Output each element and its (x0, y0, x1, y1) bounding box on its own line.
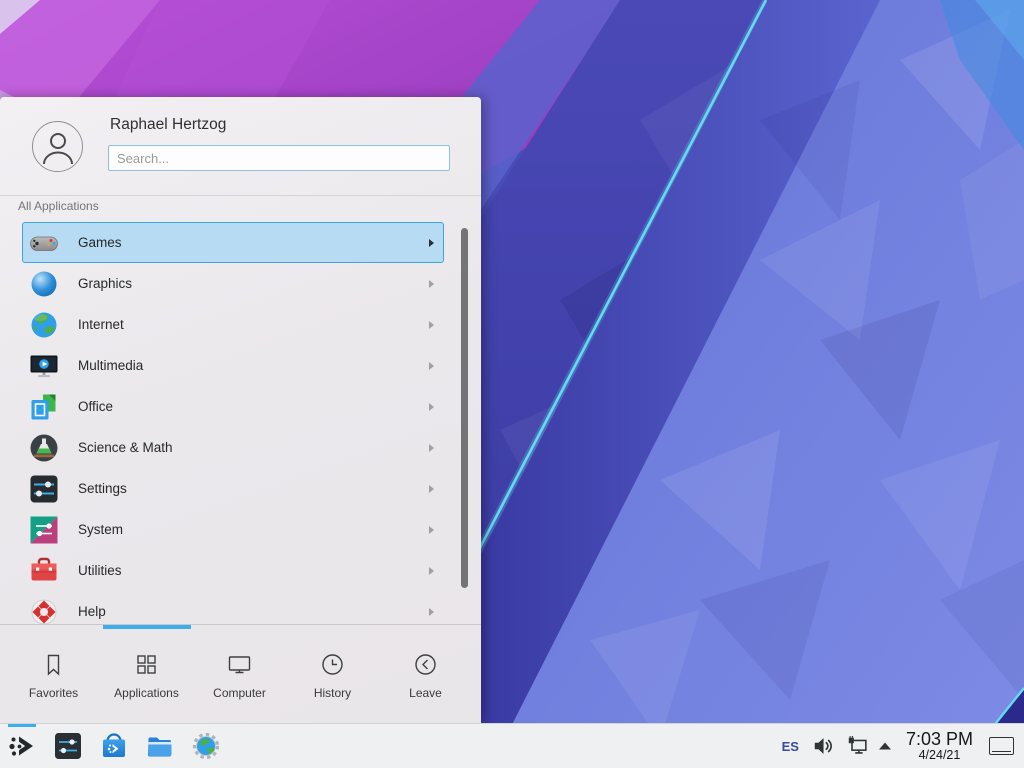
category-settings[interactable]: Settings (22, 468, 444, 509)
system-sliders-icon (28, 514, 60, 546)
submenu-arrow-icon (429, 362, 434, 370)
category-games[interactable]: Games (22, 222, 444, 263)
file-manager-button[interactable] (145, 724, 175, 768)
discover-button[interactable] (99, 724, 129, 768)
submenu-arrow-icon (429, 567, 434, 575)
tab-leave[interactable]: Leave (379, 625, 472, 723)
show-desktop-button[interactable] (989, 737, 1014, 755)
toolbox-icon (28, 555, 60, 587)
system-tray: ES 7:03 (782, 724, 1024, 768)
clock-icon (319, 651, 346, 678)
tab-history[interactable]: History (286, 625, 379, 723)
category-label: Multimedia (78, 358, 429, 373)
scrollbar[interactable] (461, 228, 468, 588)
bookmark-icon (40, 651, 67, 678)
category-graphics[interactable]: Graphics (22, 263, 444, 304)
lifebuoy-icon (28, 596, 60, 625)
caret-up-icon (878, 741, 892, 751)
category-label: Office (78, 399, 429, 414)
expand-tray-button[interactable] (878, 741, 892, 751)
application-launcher-button[interactable] (7, 724, 37, 768)
tab-computer[interactable]: Computer (193, 625, 286, 723)
section-label: All Applications (18, 199, 99, 213)
tab-favorites[interactable]: Favorites (7, 625, 100, 723)
application-launcher-menu: Raphael Hertzog All Applications Games (0, 97, 481, 723)
computer-icon (226, 651, 253, 678)
tab-label: History (314, 686, 351, 700)
tab-label: Applications (114, 686, 179, 700)
sphere-icon (28, 268, 60, 300)
system-settings-icon (53, 731, 83, 761)
flask-icon (28, 432, 60, 464)
category-label: Games (78, 235, 429, 250)
monitor-play-icon (28, 350, 60, 382)
category-label: Graphics (78, 276, 429, 291)
kde-launcher-icon (7, 731, 37, 761)
submenu-arrow-icon (429, 321, 434, 329)
category-utilities[interactable]: Utilities (22, 550, 444, 591)
system-settings-button[interactable] (53, 724, 83, 768)
active-task-indicator (8, 724, 36, 727)
sliders-icon (28, 473, 60, 505)
globe-gear-icon (191, 731, 221, 761)
category-label: Science & Math (78, 440, 429, 455)
category-list: Games Graphics (0, 222, 456, 624)
volume-icon (812, 734, 836, 758)
taskbar-apps (7, 724, 221, 768)
globe-icon (28, 309, 60, 341)
category-help[interactable]: Help (22, 591, 444, 624)
launcher-header: Raphael Hertzog (0, 97, 481, 196)
category-label: System (78, 522, 429, 537)
launcher-tabbar: Favorites Applications Computer (0, 624, 481, 723)
digital-clock[interactable]: 7:03 PM 4/24/21 (906, 730, 973, 763)
clock-time: 7:03 PM (906, 730, 973, 749)
category-multimedia[interactable]: Multimedia (22, 345, 444, 386)
category-label: Utilities (78, 563, 429, 578)
volume-button[interactable] (812, 734, 836, 758)
tab-applications[interactable]: Applications (100, 625, 193, 723)
submenu-arrow-icon (429, 280, 434, 288)
gamepad-icon (28, 227, 60, 259)
keyboard-layout-indicator[interactable]: ES (782, 739, 799, 754)
discover-bag-icon (99, 731, 129, 761)
submenu-arrow-icon (429, 485, 434, 493)
taskbar: ES 7:03 (0, 723, 1024, 768)
leave-icon (412, 651, 439, 678)
category-system[interactable]: System (22, 509, 444, 550)
desktop: Raphael Hertzog All Applications Games (0, 0, 1024, 768)
web-browser-button[interactable] (191, 724, 221, 768)
documents-icon (28, 391, 60, 423)
clock-date: 4/24/21 (919, 749, 961, 763)
submenu-arrow-icon (429, 239, 434, 247)
tab-label: Favorites (29, 686, 78, 700)
submenu-arrow-icon (429, 526, 434, 534)
network-icon (846, 734, 870, 758)
search-input[interactable] (108, 145, 450, 171)
category-science-math[interactable]: Science & Math (22, 427, 444, 468)
category-office[interactable]: Office (22, 386, 444, 427)
category-label: Help (78, 604, 429, 619)
category-label: Internet (78, 317, 429, 332)
submenu-arrow-icon (429, 403, 434, 411)
submenu-arrow-icon (429, 444, 434, 452)
blue-folder-icon (145, 731, 175, 761)
tab-label: Computer (213, 686, 266, 700)
person-icon (34, 123, 82, 171)
grid-icon (133, 651, 160, 678)
network-button[interactable] (846, 734, 870, 758)
submenu-arrow-icon (429, 608, 434, 616)
user-name: Raphael Hertzog (110, 116, 226, 134)
category-label: Settings (78, 481, 429, 496)
category-internet[interactable]: Internet (22, 304, 444, 345)
tab-label: Leave (409, 686, 442, 700)
user-avatar[interactable] (32, 121, 83, 172)
